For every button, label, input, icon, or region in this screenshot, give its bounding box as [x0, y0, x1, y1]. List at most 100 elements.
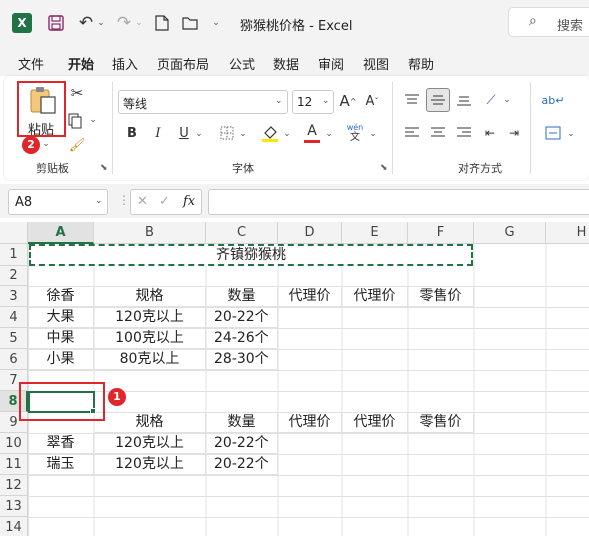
merge-dropdown-icon[interactable]: ⌄	[566, 128, 576, 140]
decrease-font-size-icon[interactable]: Aˇ	[362, 91, 382, 111]
cell-c9[interactable]: 数量	[206, 412, 278, 433]
worksheet-grid[interactable]: A B C D E F G H 1 2 3 4 5 6 7 8 9 10 11 …	[0, 222, 589, 536]
wrap-text-icon[interactable]: ab↵	[542, 90, 565, 110]
fill-color-icon[interactable]	[260, 122, 280, 144]
cancel-icon[interactable]: ✕	[137, 194, 148, 209]
font-color-icon[interactable]: A	[302, 122, 322, 144]
phonetic-dropdown-icon[interactable]: ⌄	[368, 128, 378, 140]
cell-d9[interactable]: 代理价	[278, 412, 342, 433]
cell-a6[interactable]: 小果	[28, 349, 94, 370]
sheet-title: 齐镇猕猴桃	[216, 247, 286, 263]
increase-font-size-icon[interactable]: A ^	[338, 91, 358, 111]
font-size-select[interactable]: 12 ⌄	[292, 90, 334, 114]
cell-c10[interactable]: 20-22个	[206, 433, 278, 454]
cell-c5[interactable]: 24-26个	[206, 328, 278, 349]
cell-b3[interactable]: 规格	[94, 286, 206, 307]
increase-indent-icon[interactable]: ⇥	[504, 124, 524, 142]
search-box[interactable]: ⌕ 搜索	[508, 7, 589, 37]
tab-data[interactable]: 数据	[273, 54, 299, 73]
name-box[interactable]: A8 ⌄	[8, 189, 108, 215]
alignment-group-label: 对齐方式	[458, 162, 502, 175]
cell-f3[interactable]: 零售价	[408, 286, 474, 307]
underline-button[interactable]: U	[176, 124, 192, 142]
align-right-icon[interactable]	[454, 124, 474, 142]
orientation-icon[interactable]: ⟋	[480, 90, 502, 110]
tab-formulas[interactable]: 公式	[229, 54, 255, 73]
cell-c11[interactable]: 20-22个	[206, 454, 278, 475]
font-color-dropdown-icon[interactable]: ⌄	[324, 128, 334, 140]
undo-icon[interactable]: ↶	[76, 13, 96, 33]
new-file-icon[interactable]	[152, 13, 172, 33]
tab-home[interactable]: 开始	[68, 54, 95, 79]
redo-icon[interactable]: ↷	[114, 13, 134, 33]
tab-view[interactable]: 视图	[363, 54, 389, 73]
align-top-icon[interactable]	[402, 90, 422, 110]
font-group-label: 字体	[232, 162, 254, 175]
font-launcher-icon[interactable]: ⬊	[380, 163, 388, 173]
cell-a11[interactable]: 瑞玉	[28, 454, 94, 475]
cell-b4[interactable]: 120克以上	[94, 307, 206, 328]
formula-controls: ✕ ✓ fx	[130, 189, 202, 215]
phonetic-guide-icon[interactable]: wén 文	[344, 122, 366, 144]
redo-dropdown-icon[interactable]: ⌄	[134, 15, 144, 31]
copy-icon[interactable]	[66, 110, 84, 132]
clipboard-group-label: 剪贴板	[36, 162, 69, 175]
cell-b11[interactable]: 120克以上	[94, 454, 206, 475]
font-name-select[interactable]: 等线 ⌄	[118, 90, 288, 114]
orientation-dropdown-icon[interactable]: ⌄	[502, 94, 512, 106]
save-icon[interactable]	[46, 13, 66, 33]
font-name-dropdown-icon: ⌄	[275, 96, 283, 106]
name-box-dropdown-icon: ⌄	[95, 196, 103, 206]
grid-lines-svg	[28, 244, 589, 536]
borders-icon[interactable]	[218, 124, 236, 142]
cell-b10[interactable]: 120克以上	[94, 433, 206, 454]
formula-bar: A8 ⌄ ⋮ ✕ ✓ fx	[0, 184, 589, 218]
fill-color-dropdown-icon[interactable]: ⌄	[282, 128, 292, 140]
copy-dropdown-icon[interactable]: ⌄	[88, 114, 98, 126]
cell-c4[interactable]: 20-22个	[206, 307, 278, 328]
cell-a10[interactable]: 翠香	[28, 433, 94, 454]
formula-bar-grip-icon: ⋮	[118, 193, 130, 207]
cell-e3[interactable]: 代理价	[342, 286, 408, 307]
tab-help[interactable]: 帮助	[408, 54, 434, 73]
enter-icon[interactable]: ✓	[159, 194, 170, 209]
cell-e9[interactable]: 代理价	[342, 412, 408, 433]
paste-dropdown-icon[interactable]: ⌄	[40, 138, 52, 150]
align-middle-icon[interactable]	[426, 88, 450, 112]
clipboard-launcher-icon[interactable]: ⬊	[100, 163, 108, 173]
tab-page-layout[interactable]: 页面布局	[157, 54, 209, 73]
underline-dropdown-icon[interactable]: ⌄	[194, 128, 204, 140]
cut-icon[interactable]: ✂	[68, 82, 86, 104]
step-1-badge: 1	[108, 388, 126, 406]
bold-button[interactable]: B	[124, 124, 140, 142]
tab-review[interactable]: 审阅	[318, 54, 344, 73]
align-center-icon[interactable]	[428, 124, 448, 142]
cell-b9[interactable]: 规格	[94, 412, 206, 433]
tab-insert[interactable]: 插入	[112, 54, 138, 73]
cell-c6[interactable]: 28-30个	[206, 349, 278, 370]
cell-a4[interactable]: 大果	[28, 307, 94, 328]
quick-access-dropdown-icon[interactable]: ⌄	[210, 15, 222, 31]
open-folder-icon[interactable]	[180, 13, 200, 33]
tab-file[interactable]: 文件	[18, 54, 44, 73]
name-box-value: A8	[15, 195, 33, 210]
italic-button[interactable]: I	[150, 124, 166, 142]
cell-f9[interactable]: 零售价	[408, 412, 474, 433]
format-painter-icon[interactable]: 🖌	[68, 136, 86, 154]
cell-a5[interactable]: 中果	[28, 328, 94, 349]
decrease-indent-icon[interactable]: ⇤	[480, 124, 500, 142]
font-size-dropdown-icon: ⌄	[322, 96, 330, 106]
align-bottom-icon[interactable]	[454, 90, 474, 110]
align-left-icon[interactable]	[402, 124, 422, 142]
borders-dropdown-icon[interactable]: ⌄	[238, 128, 248, 140]
cell-a3[interactable]: 徐香	[28, 286, 94, 307]
formula-input[interactable]	[208, 189, 589, 215]
cell-b6[interactable]: 80克以上	[94, 349, 206, 370]
merged-title-cell[interactable]: 齐镇猕猴桃	[29, 244, 473, 266]
cell-b5[interactable]: 100克以上	[94, 328, 206, 349]
cell-c3[interactable]: 数量	[206, 286, 278, 307]
undo-dropdown-icon[interactable]: ⌄	[96, 15, 106, 31]
cell-d3[interactable]: 代理价	[278, 286, 342, 307]
merge-center-icon[interactable]	[542, 124, 564, 142]
insert-function-icon[interactable]: fx	[183, 194, 195, 209]
